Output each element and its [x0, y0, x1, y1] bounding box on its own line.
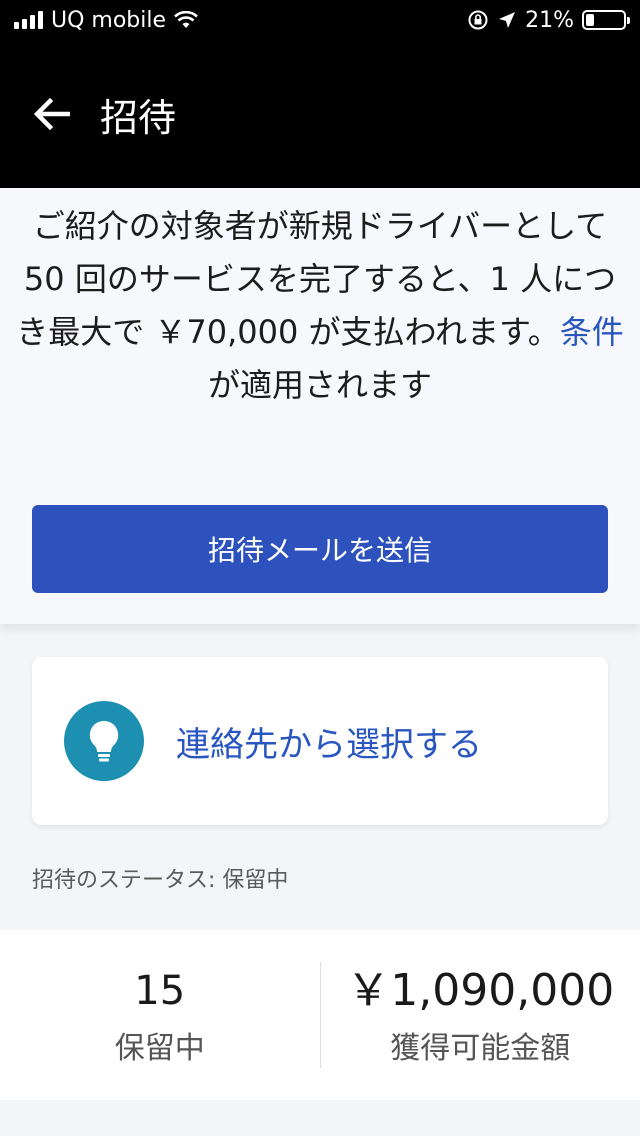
invite-stats: 15 保留中 ￥1,090,000 獲得可能金額: [0, 930, 640, 1100]
earnable-amount: ￥1,090,000: [346, 965, 615, 1016]
pending-label: 保留中: [114, 1031, 205, 1066]
bottom-strip: [0, 1100, 640, 1136]
invite-card: ご紹介の対象者が新規ドライバーとして 50 回のサービスを完了すると、1 人につ…: [0, 188, 640, 624]
invite-status-text: 招待のステータス: 保留中: [32, 868, 289, 893]
battery-percent: 21%: [525, 7, 574, 33]
invite-description-main: ご紹介の対象者が新規ドライバーとして 50 回のサービスを完了すると、1 人につ…: [16, 207, 617, 351]
location-icon: [499, 12, 516, 28]
send-invite-email-button[interactable]: 招待メールを送信: [32, 505, 608, 593]
back-button[interactable]: [30, 92, 74, 136]
battery-fill: [586, 14, 594, 26]
select-from-contacts-card[interactable]: 連絡先から選択する: [32, 657, 608, 825]
pending-stat: 15 保留中: [0, 930, 320, 1100]
app-header: 招待: [0, 40, 640, 188]
page-title: 招待: [100, 95, 177, 140]
wifi-icon: [174, 11, 198, 28]
signal-icon: [14, 11, 43, 29]
orientation-lock-icon: [468, 10, 488, 30]
battery-icon: [582, 10, 630, 30]
earnable-stat: ￥1,090,000 獲得可能金額: [321, 930, 640, 1100]
arrow-left-icon: [34, 98, 70, 130]
status-bar-right: 21%: [467, 7, 630, 33]
carrier-name: UQ mobile: [51, 7, 167, 33]
terms-link[interactable]: 条件: [560, 313, 624, 351]
status-bar: UQ mobile 21%: [0, 0, 640, 40]
lightbulb-icon: [64, 701, 144, 781]
select-from-contacts-label: 連絡先から選択する: [176, 724, 482, 765]
invite-description: ご紹介の対象者が新規ドライバーとして 50 回のサービスを完了すると、1 人につ…: [16, 200, 624, 412]
pending-count: 15: [134, 968, 186, 1014]
earnable-label: 獲得可能金額: [390, 1031, 571, 1066]
invite-description-tail: が適用されます: [207, 366, 432, 404]
status-bar-left: UQ mobile: [14, 8, 198, 33]
